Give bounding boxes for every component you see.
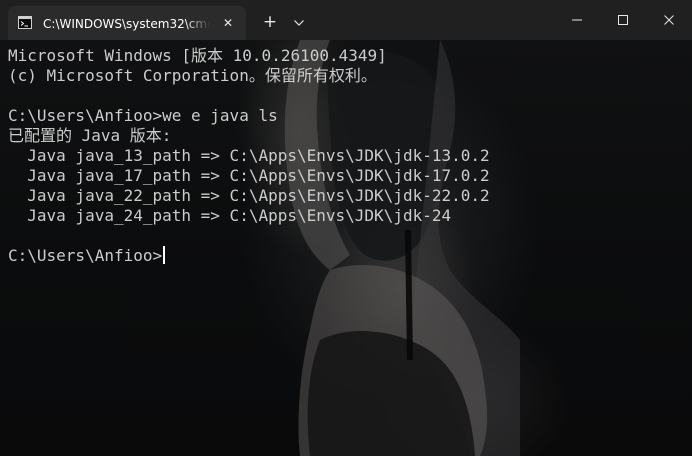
- prompt-line[interactable]: C:\Users\Anfioo>: [8, 246, 688, 266]
- terminal-line: C:\Users\Anfioo>we e java ls: [8, 106, 278, 125]
- title-bar[interactable]: C:\WINDOWS\system32\cmd.exe ✕ +: [0, 0, 692, 40]
- tab-title: C:\WINDOWS\system32\cmd.exe: [43, 17, 210, 31]
- chevron-down-icon: [294, 20, 304, 26]
- terminal-line: Java java_24_path => C:\Apps\Envs\JDK\jd…: [8, 206, 452, 225]
- terminal-line: Java java_17_path => C:\Apps\Envs\JDK\jd…: [8, 166, 490, 185]
- maximize-button[interactable]: [600, 0, 646, 40]
- minimize-icon: [572, 19, 582, 21]
- terminal-output: Microsoft Windows [版本 10.0.26100.4349] (c…: [8, 46, 688, 266]
- terminal-pane[interactable]: Microsoft Windows [版本 10.0.26100.4349] (c…: [0, 40, 692, 456]
- prompt-text: C:\Users\Anfioo>: [8, 246, 163, 265]
- terminal-line: Java java_22_path => C:\Apps\Envs\JDK\jd…: [8, 186, 490, 205]
- close-icon[interactable]: ✕: [218, 13, 238, 33]
- close-window-button[interactable]: [646, 0, 692, 40]
- minimize-button[interactable]: [554, 0, 600, 40]
- terminal-line: Java java_13_path => C:\Apps\Envs\JDK\jd…: [8, 146, 490, 165]
- cmd-icon: [18, 16, 32, 29]
- maximize-icon: [618, 15, 628, 25]
- text-cursor: [163, 246, 165, 264]
- close-icon: [664, 15, 674, 25]
- tab-dropdown-button[interactable]: [287, 8, 311, 36]
- terminal-line: 已配置的 Java 版本:: [8, 126, 172, 145]
- terminal-line: Microsoft Windows [版本 10.0.26100.4349]: [8, 46, 387, 65]
- terminal-line: (c) Microsoft Corporation。保留所有权利。: [8, 66, 377, 85]
- new-tab-button[interactable]: +: [258, 8, 282, 36]
- plus-icon: +: [262, 12, 278, 32]
- terminal-window: C:\WINDOWS\system32\cmd.exe ✕ +: [0, 0, 692, 456]
- tab-cmd[interactable]: C:\WINDOWS\system32\cmd.exe ✕: [8, 6, 246, 40]
